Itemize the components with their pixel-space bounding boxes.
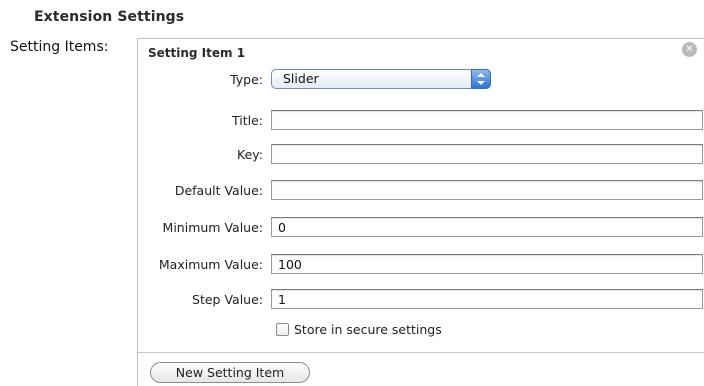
title-field[interactable]: [271, 110, 703, 130]
type-label: Type:: [230, 72, 263, 87]
title-label: Title:: [232, 113, 263, 128]
step-value-field[interactable]: 1: [271, 289, 703, 309]
secure-settings-label[interactable]: Store in secure settings: [294, 322, 442, 337]
key-field[interactable]: [271, 144, 703, 164]
type-select[interactable]: Slider: [271, 69, 491, 89]
section-title: Extension Settings: [34, 9, 185, 25]
key-label: Key:: [237, 147, 263, 162]
default-value-label: Default Value:: [174, 183, 263, 198]
type-select-value: Slider: [283, 71, 319, 86]
new-setting-item-button[interactable]: New Setting Item: [150, 362, 310, 383]
setting-item-title: Setting Item 1: [148, 46, 246, 60]
maximum-value-field[interactable]: 100: [271, 254, 703, 274]
minimum-value-field[interactable]: 0: [271, 217, 703, 237]
maximum-value-label: Maximum Value:: [158, 257, 263, 272]
select-stepper-icon: [471, 69, 491, 89]
close-icon[interactable]: ✕: [682, 42, 697, 57]
setting-items-label: Setting Items:: [10, 39, 109, 55]
minimum-value-label: Minimum Value:: [162, 220, 263, 235]
default-value-field[interactable]: [271, 180, 703, 200]
step-value-label: Step Value:: [192, 292, 263, 307]
secure-settings-checkbox[interactable]: [276, 323, 289, 336]
panel-divider: [138, 352, 704, 353]
